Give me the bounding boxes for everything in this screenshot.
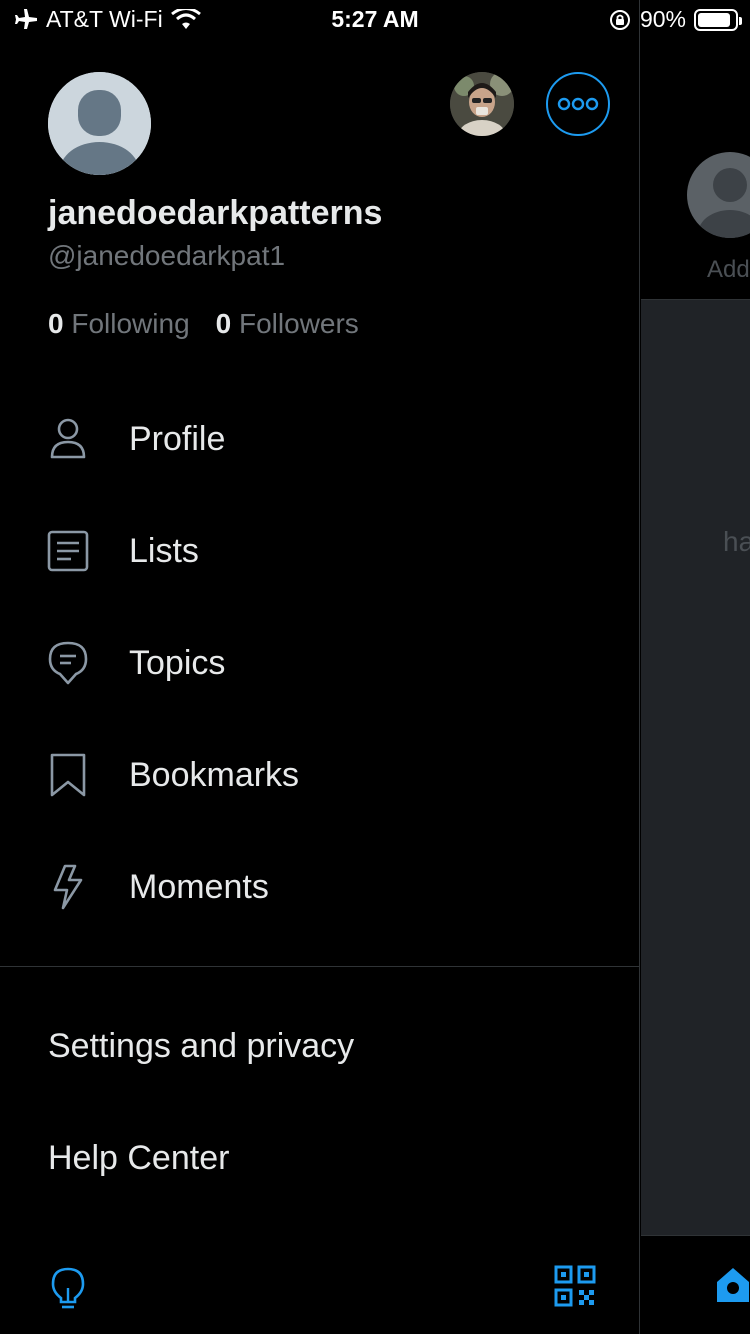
orientation-lock-icon xyxy=(609,9,630,30)
profile-avatar[interactable] xyxy=(48,72,151,175)
menu-item-label: Lists xyxy=(129,531,199,570)
menu-item-label: Moments xyxy=(129,867,269,906)
battery-icon xyxy=(694,8,742,31)
menu-item-bookmarks[interactable]: Bookmarks xyxy=(0,730,640,820)
followers-link[interactable]: 0 Followers xyxy=(216,308,359,340)
battery-percent: 90% xyxy=(639,6,686,32)
followers-label: Followers xyxy=(239,308,359,339)
peek-avatar xyxy=(687,152,750,238)
display-name[interactable]: janedoedarkpatterns xyxy=(48,194,382,233)
peek-body-text: ha xyxy=(723,526,750,557)
side-drawer: janedoedarkpatterns @janedoedarkpat1 0 F… xyxy=(0,0,640,1334)
user-handle: @janedoedarkpat1 xyxy=(48,240,286,271)
bookmark-icon xyxy=(46,753,90,797)
qr-code-icon[interactable] xyxy=(554,1265,596,1307)
topics-icon xyxy=(46,641,90,685)
status-bar: AT&T Wi-Fi 5:27 AM 90% xyxy=(0,0,750,40)
list-icon xyxy=(46,529,90,573)
follow-stats: 0 Following 0 Followers xyxy=(48,308,359,340)
lightning-icon xyxy=(46,864,90,910)
help-center-link[interactable]: Help Center xyxy=(48,1139,229,1178)
account-switcher-avatar[interactable] xyxy=(450,72,514,136)
menu-item-profile[interactable]: Profile xyxy=(0,394,640,484)
following-label: Following xyxy=(71,308,190,339)
home-icon[interactable] xyxy=(713,1264,750,1306)
person-icon xyxy=(46,417,90,461)
following-link[interactable]: 0 Following xyxy=(48,308,190,340)
peek-tab-bar xyxy=(641,1235,750,1334)
peek-add-text: Add xyxy=(707,256,750,283)
more-icon xyxy=(557,97,599,111)
menu-item-topics[interactable]: Topics xyxy=(0,618,640,708)
settings-and-privacy-link[interactable]: Settings and privacy xyxy=(48,1027,354,1066)
menu-item-label: Bookmarks xyxy=(129,755,300,794)
menu-item-label: Topics xyxy=(129,643,226,682)
peek-header: Add xyxy=(641,0,750,300)
menu-item-lists[interactable]: Lists xyxy=(0,506,640,596)
lightbulb-icon[interactable] xyxy=(50,1266,86,1312)
main-screen-peek[interactable]: Add ha xyxy=(641,0,750,1334)
menu-item-label: Profile xyxy=(129,419,226,458)
menu-item-moments[interactable]: Moments xyxy=(0,842,640,932)
following-count: 0 xyxy=(48,308,64,339)
more-accounts-button[interactable] xyxy=(546,72,610,136)
status-right: 90% xyxy=(608,6,742,33)
battery-fill xyxy=(698,12,730,27)
followers-count: 0 xyxy=(215,308,232,339)
menu-divider xyxy=(0,966,640,967)
